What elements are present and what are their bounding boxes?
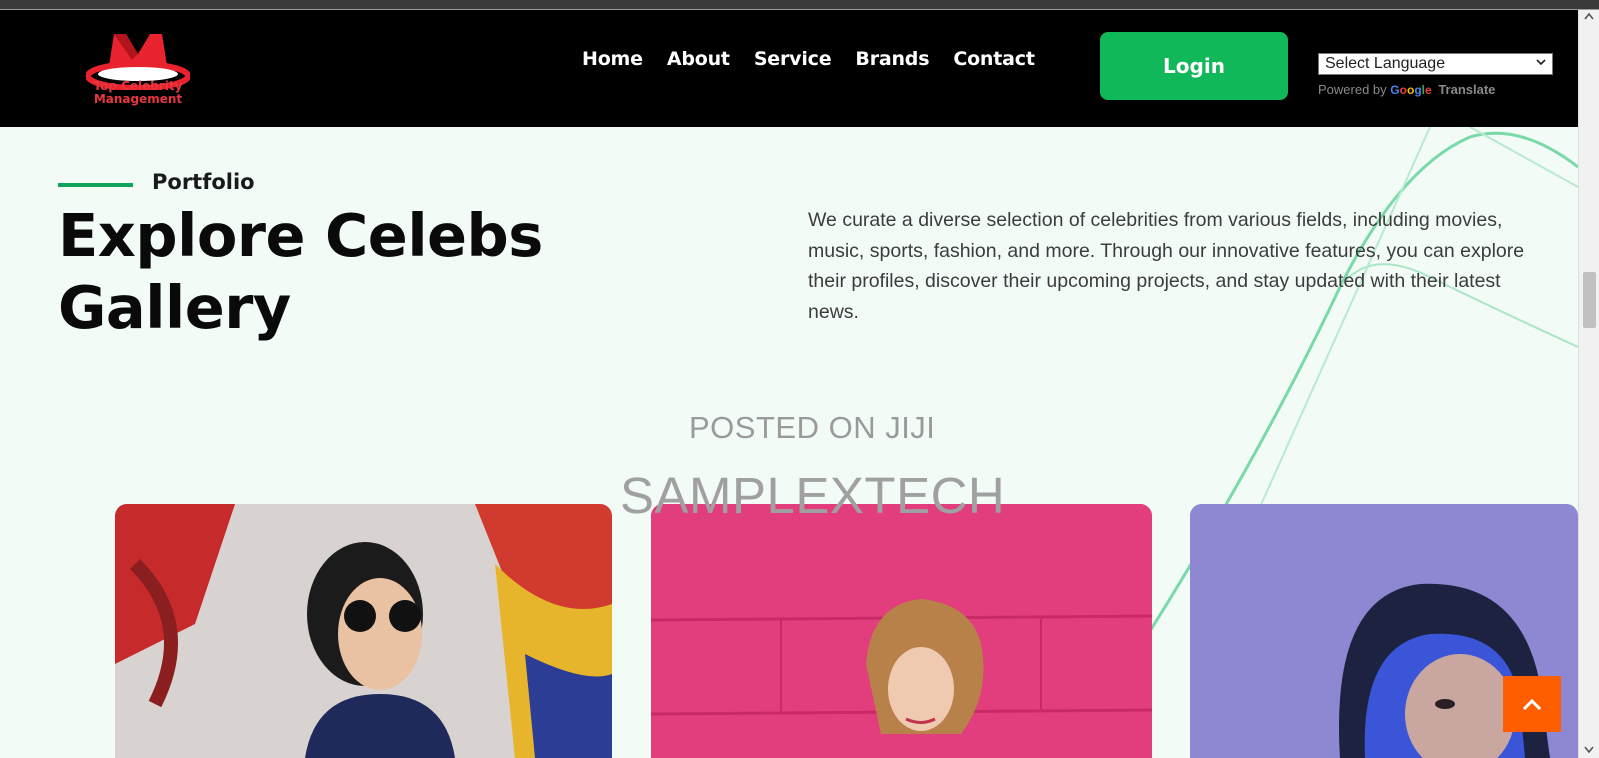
section-description: We curate a diverse selection of celebri… [808,209,1525,323]
language-select-value: Select Language [1325,55,1446,72]
watermark-line1: POSTED ON JIJI [689,410,936,445]
eyebrow-line [58,183,133,187]
scrollbar-thumb[interactable] [1583,272,1596,328]
celeb-photo-pink-wall [651,504,1152,758]
section-eyebrow: Portfolio [152,170,255,194]
browser-top-strip [0,0,1599,10]
section-title-line2: Gallery [58,273,291,342]
scroll-down-arrow-icon[interactable] [1584,746,1594,754]
site-logo[interactable]: Top Celebrity Management [85,30,191,122]
logo-text: Top Celebrity Management [86,80,190,106]
celeb-card-2[interactable] [651,504,1152,758]
page-scrollbar[interactable] [1578,10,1599,758]
translate-link[interactable]: Translate [1438,82,1495,97]
scroll-up-arrow-icon[interactable] [1584,12,1594,20]
nav-service[interactable]: Service [754,48,832,70]
section-title: Explore Celebs Gallery [58,200,698,344]
main-nav: Home About Service Brands Contact [582,48,1059,70]
powered-by-text: Powered by [1318,82,1387,97]
celeb-card-1[interactable] [115,504,612,758]
login-button[interactable]: Login [1100,32,1288,100]
section-title-line1: Explore Celebs [58,201,543,270]
chevron-up-icon [1522,698,1542,711]
nav-about[interactable]: About [667,48,730,70]
scroll-to-top-button[interactable] [1503,676,1561,732]
celeb-photo-graffiti-sunglasses [115,504,612,758]
powered-by-google-translate: Powered by Google Translate [1318,82,1495,97]
nav-brands[interactable]: Brands [855,48,929,70]
logo-line2: Management [93,92,183,106]
nav-home[interactable]: Home [582,48,643,70]
language-select[interactable]: Select Language [1318,53,1553,75]
nav-contact[interactable]: Contact [953,48,1035,70]
chevron-down-icon [1536,59,1546,66]
site-header: Top Celebrity Management Home About Serv… [0,10,1578,127]
watermark-line2: SAMPLEXTECH [620,467,1006,524]
google-logo-icon: Google [1390,83,1432,97]
